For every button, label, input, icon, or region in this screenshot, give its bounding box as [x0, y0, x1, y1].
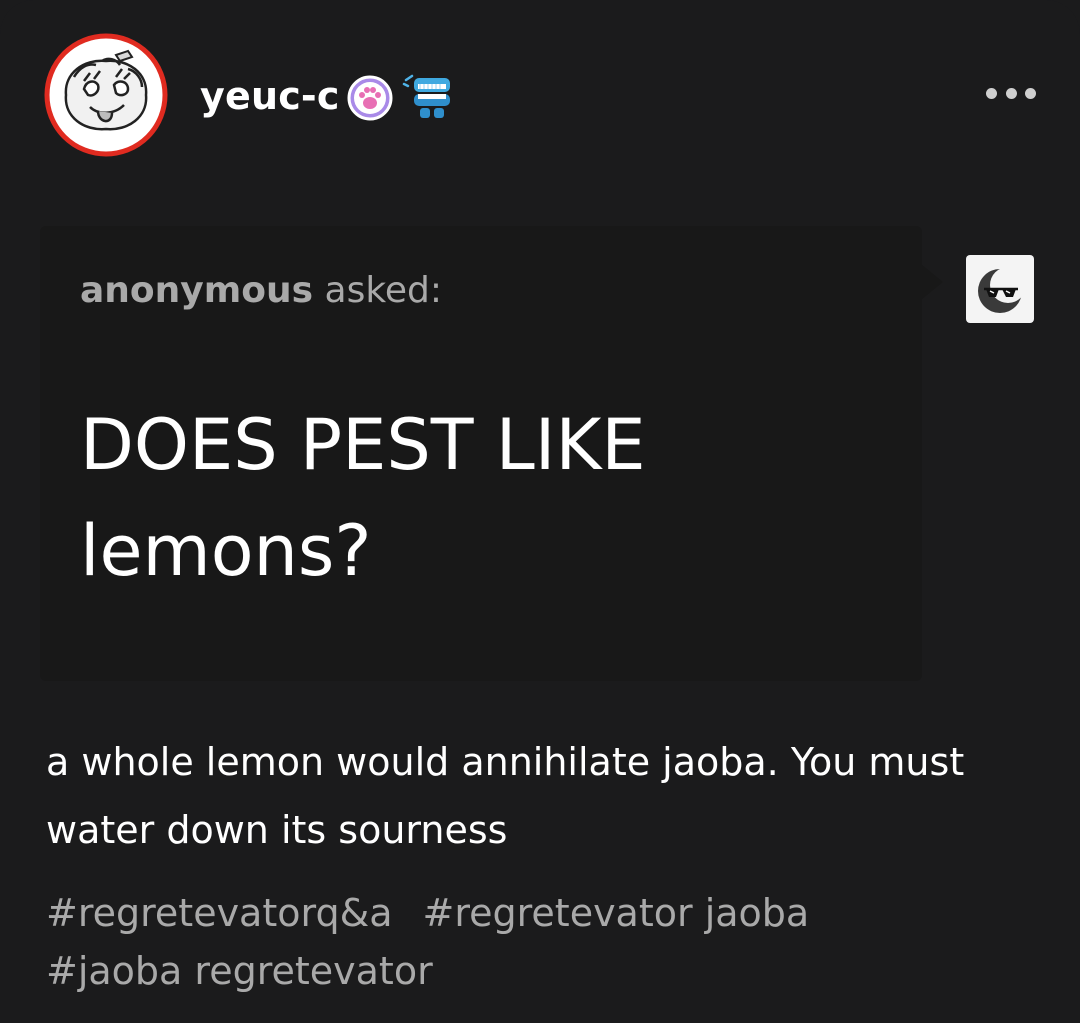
paw-badge-icon[interactable]	[347, 75, 393, 121]
ask-box-pointer	[921, 264, 943, 300]
dot	[986, 87, 997, 99]
question-text: DOES PEST LIKE lemons?	[80, 392, 900, 604]
asker-name: anonymous	[80, 270, 314, 311]
blog-avatar[interactable]	[44, 33, 168, 157]
asker-line: anonymous asked:	[80, 270, 442, 311]
anonymous-avatar-icon[interactable]	[966, 255, 1034, 323]
post-card: yeuc-c anonymous asked: DOES PEST LIKE l…	[0, 0, 1080, 1023]
tag-list: #regretevatorq&a #regretevator jaoba #jao…	[46, 884, 1046, 1000]
tag[interactable]: #regretevatorq&a	[46, 884, 393, 942]
chattering-teeth-badge-icon[interactable]	[402, 72, 454, 122]
tag[interactable]: #jaoba regretevator	[46, 942, 433, 1000]
tag[interactable]: #regretevator jaoba	[423, 884, 810, 942]
answer-text: a whole lemon would annihilate jaoba. Yo…	[46, 728, 1046, 864]
more-options-icon[interactable]	[986, 78, 1036, 108]
dot	[1005, 87, 1017, 99]
answer-line: a whole lemon would annihilate jaoba. Yo…	[46, 740, 965, 784]
question-line: lemons?	[80, 510, 372, 592]
question-line: DOES PEST LIKE	[80, 404, 646, 486]
asked-label: asked:	[324, 270, 443, 311]
dot	[1025, 87, 1036, 99]
blog-username[interactable]: yeuc-c	[200, 74, 340, 118]
answer-line: water down its sourness	[46, 808, 508, 852]
